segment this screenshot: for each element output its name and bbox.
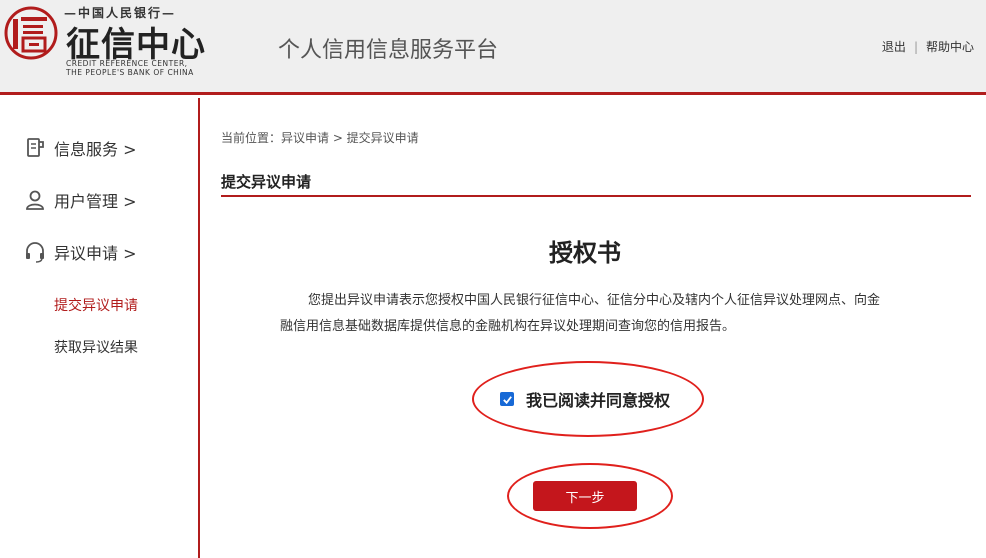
annotation-ellipse-checkbox [472,361,704,437]
help-center-link[interactable]: 帮助中心 [926,40,974,54]
authorization-text: 您提出异议申请表示您授权中国人民银行征信中心、征信分中心及辖内个人征信异议处理网… [280,293,881,334]
header-separator: | [913,40,918,54]
annotation-ellipse-button [507,463,673,529]
logout-link[interactable]: 退出 [882,40,906,54]
headset-icon [26,242,44,263]
section-title: 提交异议申请 [221,171,971,197]
doc-title: 授权书 [549,239,621,267]
logo-english-line1: CREDIT REFERENCE CENTER, [66,59,188,68]
platform-title: 个人信用信息服务平台 [278,38,499,63]
header-links: 退出 | 帮助中心 [882,38,974,55]
header: —中国人民银行— 征信中心 CREDIT REFERENCE CENTER, T… [0,0,986,95]
document-icon [27,138,44,157]
sidebar-item-label: 信息服务 > [54,140,137,159]
credit-center-seal-icon [4,6,58,60]
sidebar-item-info-service[interactable]: 信息服务 > [24,136,137,160]
sidebar-item-label: 异议申请 > [54,244,137,263]
sidebar-subitem-get-result[interactable]: 获取异议结果 [54,337,138,357]
sidebar-item-dispute[interactable]: 异议申请 > [24,240,137,264]
sidebar-subitem-submit-dispute[interactable]: 提交异议申请 [54,295,138,315]
sidebar-item-user-management[interactable]: 用户管理 > [24,188,137,212]
breadcrumb: 当前位置：异议申请 > 提交异议申请 [221,131,419,145]
user-icon [26,190,44,210]
sidebar-item-label: 用户管理 > [54,192,137,211]
logo-english-line2: THE PEOPLE'S BANK OF CHINA [66,68,194,77]
sidebar: 信息服务 > 用户管理 > 异议申请 > 提交异议申请 获取异议结果 [0,98,200,558]
